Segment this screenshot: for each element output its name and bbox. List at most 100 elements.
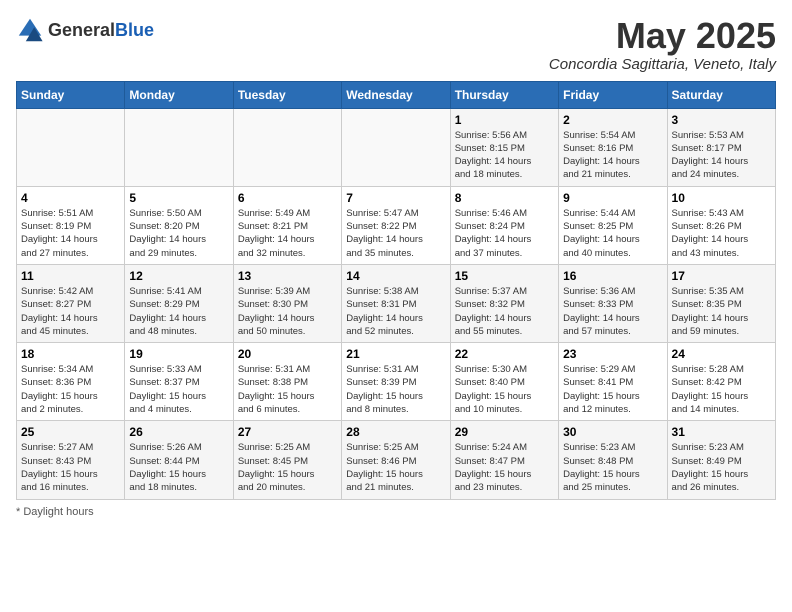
day-number: 31 (672, 425, 771, 439)
day-number: 20 (238, 347, 337, 361)
day-info: Sunrise: 5:25 AM Sunset: 8:46 PM Dayligh… (346, 441, 445, 494)
day-info: Sunrise: 5:24 AM Sunset: 8:47 PM Dayligh… (455, 441, 554, 494)
calendar-cell: 5 Sunrise: 5:50 AM Sunset: 8:20 PM Daylig… (125, 186, 233, 264)
calendar-cell: 26Sunrise: 5:26 AM Sunset: 8:44 PM Dayli… (125, 421, 233, 499)
day-info: Sunrise: 5:39 AM Sunset: 8:30 PM Dayligh… (238, 285, 337, 338)
calendar-week-1: 1 Sunrise: 5:56 AM Sunset: 8:15 PM Daylig… (17, 108, 776, 186)
calendar-cell: 14 Sunrise: 5:38 AM Sunset: 8:31 PM Dayli… (342, 264, 450, 342)
title-area: May 2025 Concordia Sagittaria, Veneto, I… (549, 16, 776, 73)
calendar-week-4: 18Sunrise: 5:34 AM Sunset: 8:36 PM Dayli… (17, 343, 776, 421)
calendar-week-2: 4 Sunrise: 5:51 AM Sunset: 8:19 PM Daylig… (17, 186, 776, 264)
day-number: 15 (455, 269, 554, 283)
calendar-cell: 19 Sunrise: 5:33 AM Sunset: 8:37 PM Dayli… (125, 343, 233, 421)
day-number: 1 (455, 113, 554, 127)
day-number: 26 (129, 425, 228, 439)
calendar-cell: 3 Sunrise: 5:53 AM Sunset: 8:17 PM Daylig… (667, 108, 775, 186)
day-number: 5 (129, 191, 228, 205)
calendar-cell: 2 Sunrise: 5:54 AM Sunset: 8:16 PM Daylig… (559, 108, 667, 186)
calendar-cell: 22 Sunrise: 5:30 AM Sunset: 8:40 PM Dayli… (450, 343, 558, 421)
calendar-header: Sunday Monday Tuesday Wednesday Thursday… (17, 81, 776, 108)
calendar-cell: 10Sunrise: 5:43 AM Sunset: 8:26 PM Dayli… (667, 186, 775, 264)
day-number: 2 (563, 113, 662, 127)
calendar-cell (17, 108, 125, 186)
calendar-week-3: 11Sunrise: 5:42 AM Sunset: 8:27 PM Dayli… (17, 264, 776, 342)
logo-blue: Blue (115, 21, 154, 39)
col-sunday: Sunday (17, 81, 125, 108)
day-number: 9 (563, 191, 662, 205)
day-info: Sunrise: 5:36 AM Sunset: 8:33 PM Dayligh… (563, 285, 662, 338)
day-info: Sunrise: 5:54 AM Sunset: 8:16 PM Dayligh… (563, 129, 662, 182)
day-number: 14 (346, 269, 445, 283)
calendar-cell: 20 Sunrise: 5:31 AM Sunset: 8:38 PM Dayli… (233, 343, 341, 421)
day-info: Sunrise: 5:43 AM Sunset: 8:26 PM Dayligh… (672, 207, 771, 260)
day-info: Sunrise: 5:50 AM Sunset: 8:20 PM Dayligh… (129, 207, 228, 260)
calendar-cell: 27Sunrise: 5:25 AM Sunset: 8:45 PM Dayli… (233, 421, 341, 499)
day-info: Sunrise: 5:56 AM Sunset: 8:15 PM Dayligh… (455, 129, 554, 182)
calendar-table: Sunday Monday Tuesday Wednesday Thursday… (16, 81, 776, 500)
day-info: Sunrise: 5:35 AM Sunset: 8:35 PM Dayligh… (672, 285, 771, 338)
calendar-cell: 31 Sunrise: 5:23 AM Sunset: 8:49 PM Dayli… (667, 421, 775, 499)
logo-general: General (48, 21, 115, 39)
day-info: Sunrise: 5:28 AM Sunset: 8:42 PM Dayligh… (672, 363, 771, 416)
day-info: Sunrise: 5:31 AM Sunset: 8:39 PM Dayligh… (346, 363, 445, 416)
day-number: 24 (672, 347, 771, 361)
calendar-cell: 18Sunrise: 5:34 AM Sunset: 8:36 PM Dayli… (17, 343, 125, 421)
day-number: 27 (238, 425, 337, 439)
day-number: 21 (346, 347, 445, 361)
calendar-cell: 12Sunrise: 5:41 AM Sunset: 8:29 PM Dayli… (125, 264, 233, 342)
day-number: 12 (129, 269, 228, 283)
day-number: 4 (21, 191, 120, 205)
day-info: Sunrise: 5:37 AM Sunset: 8:32 PM Dayligh… (455, 285, 554, 338)
logo-icon (16, 16, 44, 44)
calendar-cell: 25 Sunrise: 5:27 AM Sunset: 8:43 PM Dayli… (17, 421, 125, 499)
day-info: Sunrise: 5:38 AM Sunset: 8:31 PM Dayligh… (346, 285, 445, 338)
day-number: 11 (21, 269, 120, 283)
day-info: Sunrise: 5:29 AM Sunset: 8:41 PM Dayligh… (563, 363, 662, 416)
col-friday: Friday (559, 81, 667, 108)
calendar-cell: 28 Sunrise: 5:25 AM Sunset: 8:46 PM Dayli… (342, 421, 450, 499)
col-tuesday: Tuesday (233, 81, 341, 108)
day-number: 13 (238, 269, 337, 283)
day-number: 22 (455, 347, 554, 361)
calendar-cell: 24 Sunrise: 5:28 AM Sunset: 8:42 PM Dayli… (667, 343, 775, 421)
day-number: 8 (455, 191, 554, 205)
calendar-cell: 11Sunrise: 5:42 AM Sunset: 8:27 PM Dayli… (17, 264, 125, 342)
calendar-cell (125, 108, 233, 186)
day-info: Sunrise: 5:46 AM Sunset: 8:24 PM Dayligh… (455, 207, 554, 260)
day-info: Sunrise: 5:23 AM Sunset: 8:49 PM Dayligh… (672, 441, 771, 494)
calendar-cell: 16 Sunrise: 5:36 AM Sunset: 8:33 PM Dayli… (559, 264, 667, 342)
day-number: 6 (238, 191, 337, 205)
day-info: Sunrise: 5:51 AM Sunset: 8:19 PM Dayligh… (21, 207, 120, 260)
header-row: Sunday Monday Tuesday Wednesday Thursday… (17, 81, 776, 108)
day-number: 16 (563, 269, 662, 283)
logo: General Blue (16, 16, 154, 44)
calendar-cell: 6 Sunrise: 5:49 AM Sunset: 8:21 PM Daylig… (233, 186, 341, 264)
calendar-cell: 1 Sunrise: 5:56 AM Sunset: 8:15 PM Daylig… (450, 108, 558, 186)
day-info: Sunrise: 5:53 AM Sunset: 8:17 PM Dayligh… (672, 129, 771, 182)
calendar-week-5: 25 Sunrise: 5:27 AM Sunset: 8:43 PM Dayli… (17, 421, 776, 499)
day-number: 23 (563, 347, 662, 361)
calendar-cell: 13 Sunrise: 5:39 AM Sunset: 8:30 PM Dayli… (233, 264, 341, 342)
logo-text: General Blue (48, 21, 154, 39)
calendar-cell: 30Sunrise: 5:23 AM Sunset: 8:48 PM Dayli… (559, 421, 667, 499)
calendar-cell: 9Sunrise: 5:44 AM Sunset: 8:25 PM Daylig… (559, 186, 667, 264)
day-info: Sunrise: 5:47 AM Sunset: 8:22 PM Dayligh… (346, 207, 445, 260)
day-info: Sunrise: 5:27 AM Sunset: 8:43 PM Dayligh… (21, 441, 120, 494)
day-number: 3 (672, 113, 771, 127)
col-thursday: Thursday (450, 81, 558, 108)
day-info: Sunrise: 5:23 AM Sunset: 8:48 PM Dayligh… (563, 441, 662, 494)
calendar-cell: 15 Sunrise: 5:37 AM Sunset: 8:32 PM Dayli… (450, 264, 558, 342)
daylight-label: Daylight hours (23, 506, 93, 518)
header: General Blue May 2025 Concordia Sagittar… (16, 16, 776, 73)
day-number: 25 (21, 425, 120, 439)
day-info: Sunrise: 5:49 AM Sunset: 8:21 PM Dayligh… (238, 207, 337, 260)
col-wednesday: Wednesday (342, 81, 450, 108)
day-info: Sunrise: 5:33 AM Sunset: 8:37 PM Dayligh… (129, 363, 228, 416)
day-info: Sunrise: 5:31 AM Sunset: 8:38 PM Dayligh… (238, 363, 337, 416)
main-title: May 2025 (549, 16, 776, 56)
day-number: 19 (129, 347, 228, 361)
day-number: 28 (346, 425, 445, 439)
calendar-cell: 29Sunrise: 5:24 AM Sunset: 8:47 PM Dayli… (450, 421, 558, 499)
day-info: Sunrise: 5:30 AM Sunset: 8:40 PM Dayligh… (455, 363, 554, 416)
calendar-cell: 8 Sunrise: 5:46 AM Sunset: 8:24 PM Daylig… (450, 186, 558, 264)
